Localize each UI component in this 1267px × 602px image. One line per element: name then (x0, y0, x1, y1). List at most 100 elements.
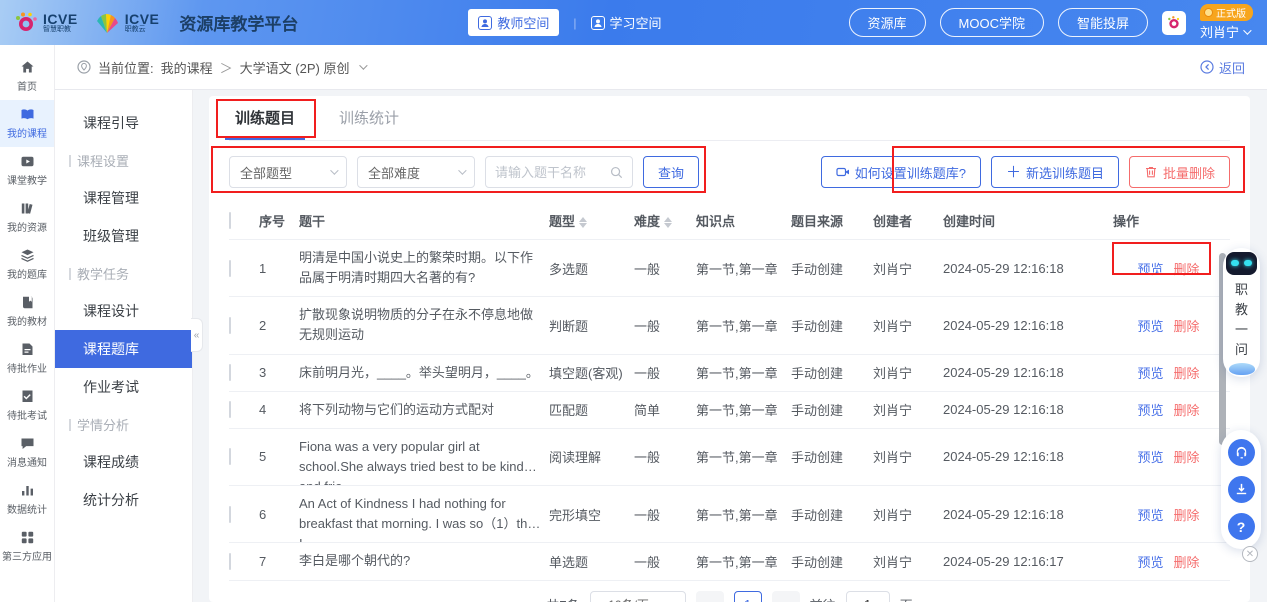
back-button[interactable]: 返回 (1200, 58, 1245, 77)
row-checkbox[interactable] (229, 260, 231, 277)
platform-title: 资源库教学平台 (179, 10, 298, 35)
delete-link[interactable]: 删除 (1174, 259, 1200, 278)
rail-item-第三方应用[interactable]: 第三方应用 (0, 523, 54, 570)
nav-study-space[interactable]: 学习空间 (591, 13, 662, 32)
question-type: 判断题 (549, 308, 634, 343)
breadcrumb-path[interactable]: 我的课程 (161, 58, 213, 77)
assistant-widget[interactable]: 职教一问 (1223, 248, 1260, 377)
column-header-题型[interactable]: 题型 (549, 202, 634, 239)
quick-link-资源库[interactable]: 资源库 (849, 8, 926, 37)
rail-item-课堂教学[interactable]: 课堂教学 (0, 147, 54, 194)
nav-teacher-space[interactable]: 教师空间 (468, 9, 559, 36)
current-page-button[interactable]: 1 (734, 591, 762, 602)
prev-page-button[interactable]: ‹ (696, 591, 724, 602)
preview-link[interactable]: 预览 (1137, 447, 1163, 466)
quick-link-MOOC学院[interactable]: MOOC学院 (940, 8, 1044, 37)
submenu-item-课程引导[interactable]: 课程引导 (55, 104, 192, 142)
row-checkbox[interactable] (229, 553, 231, 570)
row-number: 2 (259, 310, 299, 341)
rail-item-我的题库[interactable]: 我的题库 (0, 241, 54, 288)
question-difficulty: 一般 (634, 251, 696, 286)
delete-link[interactable]: 删除 (1174, 552, 1200, 571)
user-menu[interactable]: 刘肖宁 (1200, 22, 1249, 41)
column-header-题干: 题干 (299, 202, 549, 239)
rail-item-我的资源[interactable]: 我的资源 (0, 194, 54, 241)
column-header-操作: 操作 (1113, 202, 1230, 239)
question-stem: 明清是中国小说史上的繁荣时期。以下作品属于明清时期四大名著的有? (299, 240, 549, 296)
sort-icon[interactable] (579, 217, 587, 228)
submenu-item-课程管理[interactable]: 课程管理 (55, 179, 192, 217)
rail-item-我的教材[interactable]: 我的教材 (0, 288, 54, 335)
submenu-item-统计分析[interactable]: 统计分析 (55, 481, 192, 519)
preview-link[interactable]: 预览 (1137, 505, 1163, 524)
rail-item-消息通知[interactable]: 消息通知 (0, 429, 54, 476)
submenu-section-课程设置: 课程设置 (55, 142, 192, 179)
column-header-难度[interactable]: 难度 (634, 202, 696, 239)
preview-link[interactable]: 预览 (1137, 400, 1163, 419)
quick-links: 资源库 MOOC学院智能投屏 (849, 8, 1148, 37)
search-box (485, 156, 633, 188)
table-row: 1明清是中国小说史上的繁荣时期。以下作品属于明清时期四大名著的有?多选题一般第一… (229, 240, 1230, 297)
delete-link[interactable]: 删除 (1174, 400, 1200, 419)
add-training-questions-button[interactable]: ＋ 新选训练题目 (991, 156, 1119, 188)
batch-delete-button[interactable]: 批量删除 (1129, 156, 1230, 188)
column-header-题目来源: 题目来源 (791, 202, 873, 239)
filter-row: 全部题型 全部难度 (229, 156, 1230, 188)
rail-item-我的课程[interactable]: 我的课程 (0, 100, 54, 147)
preview-link[interactable]: 预览 (1137, 363, 1163, 382)
rail-item-待批考试[interactable]: 待批考试 (0, 382, 54, 429)
customer-service-icon[interactable] (1228, 439, 1255, 466)
preview-link[interactable]: 预览 (1137, 259, 1163, 278)
submenu-item-班级管理[interactable]: 班级管理 (55, 217, 192, 255)
delete-link[interactable]: 删除 (1174, 316, 1200, 335)
delete-link[interactable]: 删除 (1174, 447, 1200, 466)
breadcrumb-current[interactable]: 大学语文 (2P) 原创 (240, 58, 350, 77)
submenu-item-课程成绩[interactable]: 课程成绩 (55, 443, 192, 481)
download-icon[interactable] (1228, 476, 1255, 503)
rail-item-首页[interactable]: 首页 (0, 53, 54, 100)
tab-训练题目[interactable]: 训练题目 (229, 107, 301, 140)
submenu-item-作业考试[interactable]: 作业考试 (55, 368, 192, 406)
nav-divider: | (573, 16, 576, 30)
row-checkbox[interactable] (229, 401, 231, 418)
query-button[interactable]: 查询 (643, 156, 699, 188)
goto-page-input[interactable] (846, 591, 890, 602)
difficulty-select[interactable]: 全部难度 (357, 156, 475, 188)
creator: 刘肖宁 (873, 544, 943, 579)
brand2-name: ICVE (125, 12, 160, 26)
delete-link[interactable]: 删除 (1174, 505, 1200, 524)
created-time: 2024-05-29 12:16:18 (943, 310, 1113, 341)
row-number: 7 (259, 546, 299, 577)
close-icon[interactable]: ✕ (1242, 546, 1258, 562)
question-type: 多选题 (549, 251, 634, 286)
quick-link-智能投屏[interactable]: 智能投屏 (1058, 8, 1148, 37)
username: 刘肖宁 (1200, 22, 1239, 41)
help-icon[interactable]: ? (1228, 513, 1255, 540)
search-icon[interactable] (610, 166, 623, 179)
question-stem: 扩散现象说明物质的分子在永不停息地做无规则运动 (299, 297, 549, 353)
rail-item-数据统计[interactable]: 数据统计 (0, 476, 54, 523)
submenu-item-课程题库[interactable]: 课程题库 (55, 330, 192, 368)
app-chip-icon[interactable] (1162, 11, 1186, 35)
row-checkbox[interactable] (229, 364, 231, 381)
collapse-sidebar-button[interactable]: « (191, 318, 203, 352)
tab-训练统计[interactable]: 训练统计 (333, 107, 405, 140)
preview-link[interactable]: 预览 (1137, 552, 1163, 571)
page-size-select[interactable]: 10条/页 (590, 591, 686, 602)
howto-setup-bank-button[interactable]: 如何设置训练题库? (821, 156, 981, 188)
delete-link[interactable]: 删除 (1174, 363, 1200, 382)
select-all-checkbox[interactable] (229, 212, 231, 229)
submenu-item-课程设计[interactable]: 课程设计 (55, 292, 192, 330)
breadcrumb-caret-icon[interactable] (360, 61, 368, 69)
row-checkbox[interactable] (229, 317, 231, 334)
brand-area: ICVE 智慧职教 ICVE 职教云 资源库教学平台 (14, 10, 298, 35)
search-input[interactable] (495, 165, 604, 180)
row-checkbox[interactable] (229, 448, 231, 465)
row-checkbox[interactable] (229, 506, 231, 523)
question-type-select[interactable]: 全部题型 (229, 156, 347, 188)
rail-item-待批作业[interactable]: 待批作业 (0, 335, 54, 382)
next-page-button[interactable]: › (772, 591, 800, 602)
preview-link[interactable]: 预览 (1137, 316, 1163, 335)
knowledge-point: 第一节,第一章 (696, 355, 791, 390)
sort-icon[interactable] (664, 217, 672, 228)
